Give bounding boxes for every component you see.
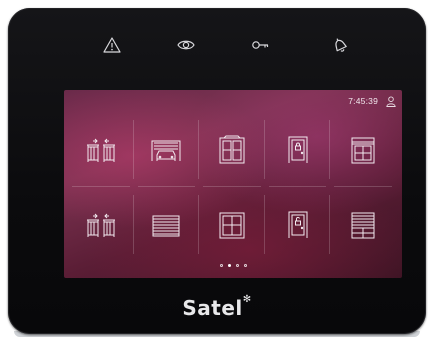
page-dot-active[interactable]	[227, 264, 231, 267]
gate-icon	[86, 138, 115, 162]
brand-name: Satel	[182, 296, 243, 320]
window-icon	[219, 212, 245, 238]
garage-icon	[151, 140, 181, 161]
tile-gate-2[interactable]	[68, 187, 134, 262]
tile-door-unlocked[interactable]	[265, 187, 331, 262]
tile-garage[interactable]	[134, 112, 200, 187]
tile-window-2[interactable]	[199, 187, 265, 262]
tile-roller-shutter[interactable]	[134, 187, 200, 262]
eye-icon[interactable]	[176, 35, 196, 55]
keypad-device: 7:45:39 Satel✻	[8, 8, 426, 337]
roller-shutter-icon	[152, 215, 180, 236]
key-icon[interactable]	[250, 35, 270, 55]
tile-window-blind[interactable]	[330, 112, 396, 187]
roller-blind-icon	[351, 212, 375, 238]
door-lock-icon	[288, 136, 308, 163]
user-icon[interactable]	[386, 95, 396, 107]
window-blind-icon	[351, 137, 375, 163]
control-grid	[68, 112, 396, 262]
tile-gate[interactable]	[68, 112, 134, 187]
status-bar: 7:45:39	[348, 94, 396, 108]
door-unlock-icon	[288, 211, 308, 238]
bell-icon[interactable]	[330, 35, 350, 55]
gate-icon	[86, 213, 115, 237]
brand-logo: Satel✻	[8, 294, 426, 320]
alarm-warning-icon[interactable]	[102, 35, 122, 55]
page-indicator	[64, 264, 402, 267]
brand-mark: ✻	[242, 294, 252, 305]
tile-window[interactable]	[199, 112, 265, 187]
page-dot[interactable]	[243, 264, 247, 267]
tile-door-locked[interactable]	[265, 112, 331, 187]
window-icon	[219, 135, 245, 163]
clock: 7:45:39	[348, 96, 378, 106]
touch-screen: 7:45:39	[64, 90, 402, 278]
page-dot[interactable]	[219, 264, 223, 267]
tile-roller-blind[interactable]	[330, 187, 396, 262]
page-dot[interactable]	[235, 264, 239, 267]
